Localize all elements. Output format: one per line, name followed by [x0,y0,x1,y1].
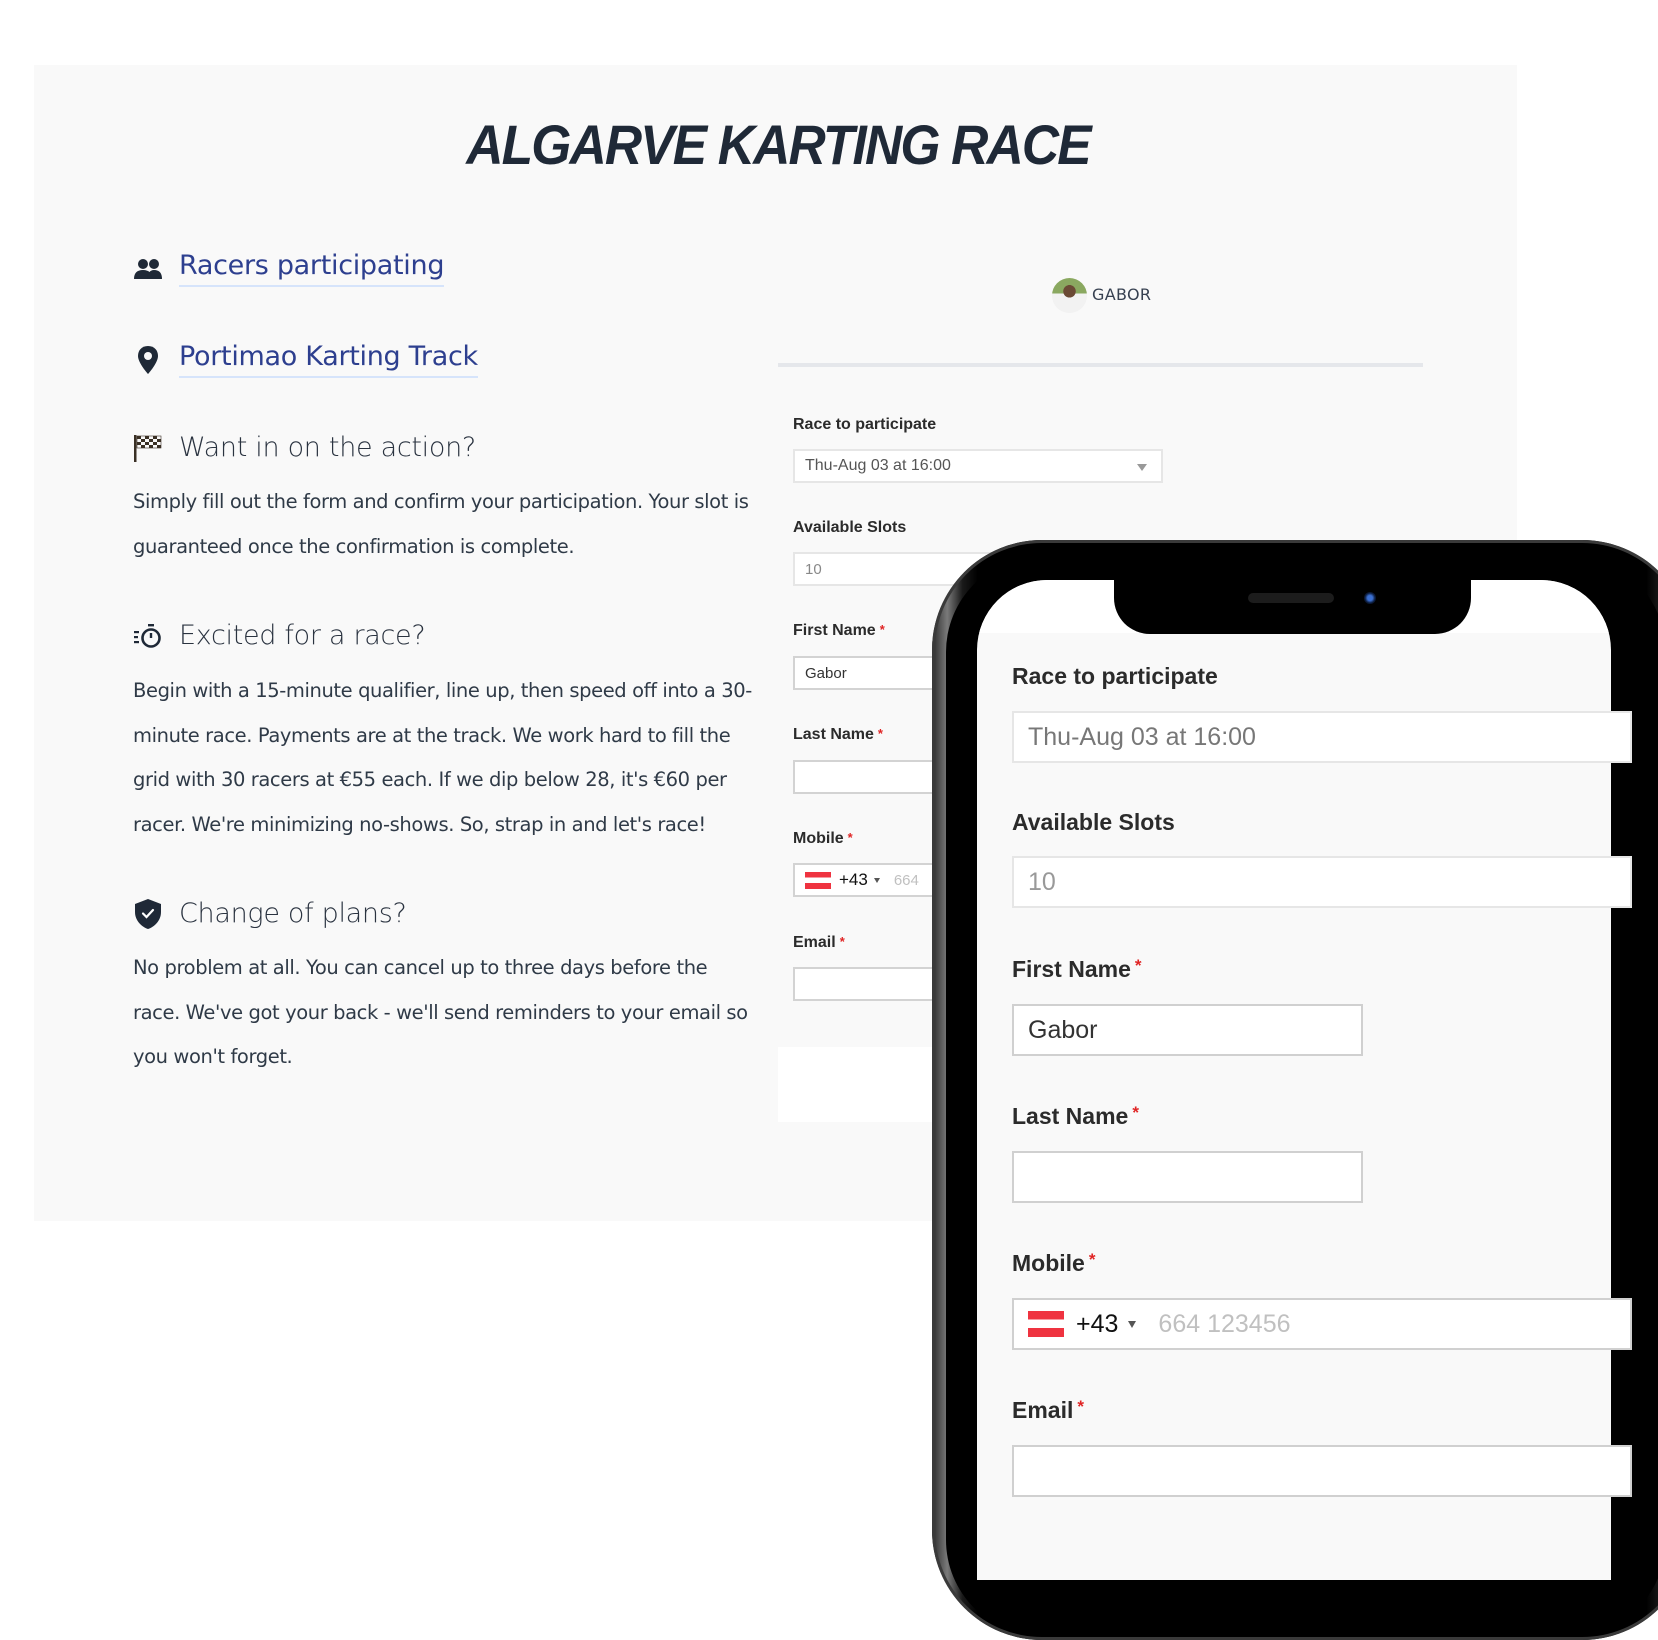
austria-flag-icon[interactable] [1028,1311,1064,1337]
label-text: Email [1012,1397,1074,1423]
section-paragraph: No problem at all. You can cancel up to … [133,946,753,1080]
slots-label: Available Slots [793,519,907,536]
required-mark: * [879,622,885,637]
label-text: First Name [793,622,876,639]
country-code[interactable]: +43 [1076,1310,1118,1339]
shield-check-icon [133,898,163,929]
organizer-avatar [1052,278,1087,313]
paragraph-line: Simply fill out the form and confirm you… [133,490,749,513]
mobile-first-name-input[interactable]: Gabor [1012,1004,1363,1056]
label-text: Mobile [793,830,844,847]
racers-participating-link[interactable]: Racers participating [133,250,444,287]
mobile-email-input[interactable] [1012,1445,1632,1497]
race-select[interactable]: Thu-Aug 03 at 16:00 [793,449,1163,483]
first-name-label: First Name * [793,622,885,640]
section-heading-text: Excited for a race? [179,620,426,651]
required-mark: * [839,934,845,949]
mobile-slots-label: Available Slots [1012,809,1175,835]
paragraph-line: grid with 30 racers at €55 each. If we d… [133,768,727,792]
race-label: Race to participate [793,416,937,433]
paragraph-line: minute race. Payments are at the track. … [133,723,731,747]
label-text: Email [793,934,836,951]
map-pin-icon [133,345,163,375]
slots-value: 10 [805,560,822,578]
section-paragraph: Begin with a 15-minute qualifier, line u… [133,669,753,847]
mobile-last-name-input[interactable] [1012,1151,1363,1203]
mobile-placeholder: 664 123456 [1158,1309,1291,1338]
section-heading-action: Want in on the action? [133,432,476,463]
email-label: Email * [793,934,845,952]
paragraph-line: you won't forget. [133,1045,293,1069]
section-paragraph: Simply fill out the form and confirm you… [133,480,753,569]
paragraph-line: Begin with a 15-minute qualifier, line u… [133,679,752,702]
mobile-label: Mobile * [793,830,853,848]
first-name-value: Gabor [805,664,847,682]
mobile-email-label: Email * [1012,1397,1084,1424]
label-text: Last Name [793,726,874,743]
mobile-placeholder: 664 [893,871,919,889]
racers-participating-label[interactable]: Racers participating [179,250,444,287]
speaker-icon [1248,593,1334,603]
mobile-slots-field: 10 [1012,856,1632,908]
label-text: Last Name [1012,1103,1129,1129]
divider [778,363,1423,367]
track-location-label[interactable]: Portimao Karting Track [179,341,478,378]
paragraph-line: race. We've got your back - we'll send r… [133,1000,748,1024]
phone-notch [1114,572,1471,634]
required-mark: * [1134,956,1142,975]
section-heading-race: Excited for a race? [133,620,426,651]
form-footer-panel [778,1047,938,1122]
label-text: First Name [1012,956,1131,982]
paragraph-line: guaranteed once the confirmation is comp… [133,534,575,558]
mobile-mobile-label: Mobile * [1012,1250,1095,1277]
track-location-link[interactable]: Portimao Karting Track [133,341,478,378]
required-mark: * [847,830,853,845]
mobile-race-label: Race to participate [1012,663,1218,689]
country-code[interactable]: +43 [839,870,868,890]
required-mark: * [1132,1103,1139,1122]
mobile-last-name-label: Last Name * [1012,1103,1139,1130]
caret-down-icon[interactable] [873,877,880,883]
chevron-down-icon [1137,464,1147,471]
race-select-value: Thu-Aug 03 at 16:00 [805,457,951,474]
users-icon [133,254,163,284]
organizer-name: GABOR [1092,285,1152,304]
required-mark: * [1088,1250,1096,1269]
required-mark: * [1077,1397,1084,1416]
required-mark: * [877,726,883,741]
label-text: Mobile [1012,1250,1085,1276]
section-heading-plans: Change of plans? [133,898,407,929]
paragraph-line: No problem at all. You can cancel up to … [133,956,708,979]
mobile-race-select[interactable]: Thu-Aug 03 at 16:00 [1012,711,1632,763]
caret-down-icon[interactable] [1128,1320,1137,1328]
mobile-first-name-label: First Name * [1012,956,1142,983]
checkered-flag-icon [133,433,163,463]
first-name-value: Gabor [1028,1015,1098,1044]
slots-value: 10 [1028,867,1056,896]
page-title: ALGARVE KARTING RACE [466,113,1091,176]
section-heading-text: Want in on the action? [179,432,476,463]
last-name-label: Last Name * [793,726,883,744]
paragraph-line: racer. We're minimizing no-shows. So, st… [133,812,706,836]
race-select-value: Thu-Aug 03 at 16:00 [1028,722,1256,751]
austria-flag-icon[interactable] [805,871,831,889]
camera-icon [1364,592,1376,604]
stopwatch-icon [133,621,163,651]
mobile-phone-input[interactable]: +43 664 123456 [1012,1298,1632,1350]
section-heading-text: Change of plans? [179,898,407,929]
